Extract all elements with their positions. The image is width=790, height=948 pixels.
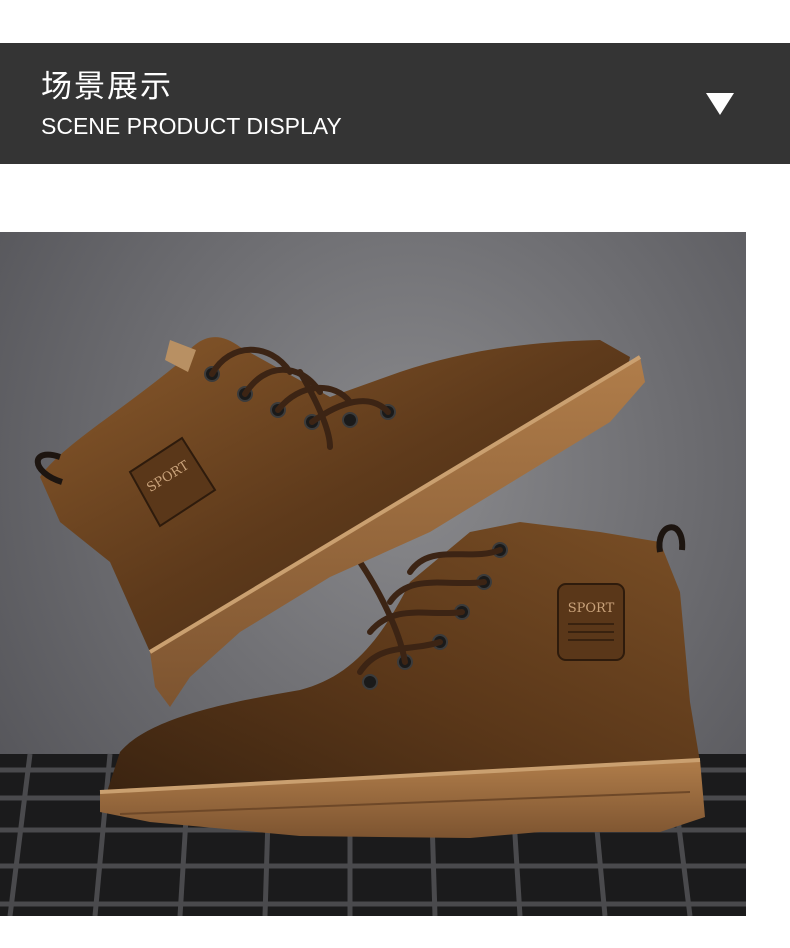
triangle-down-icon[interactable] [706,93,734,115]
product-detail-page: 场景展示 SCENE PRODUCT DISPLAY SPORT SPORT [0,0,790,948]
section-title-en: SCENE PRODUCT DISPLAY [41,113,342,139]
patch-text-bottom: SPORT [568,601,615,616]
product-scene-photo: SPORT SPORT [0,232,746,916]
section-header-banner: 场景展示 SCENE PRODUCT DISPLAY [0,43,790,164]
section-title-cn: 场景展示 [41,69,173,105]
boots-illustration: SPORT SPORT [0,337,746,916]
